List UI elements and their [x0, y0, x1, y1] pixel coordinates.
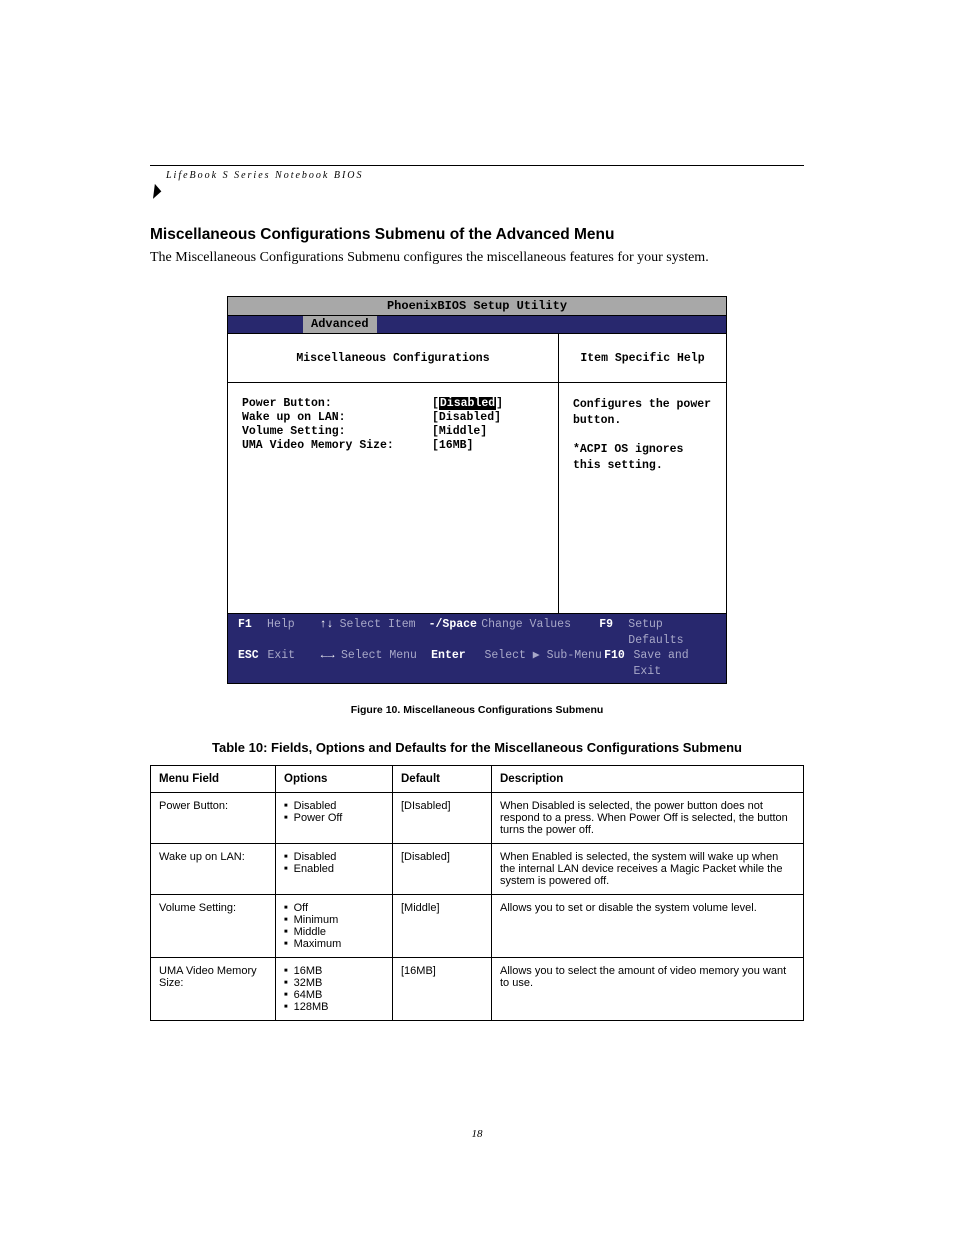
cell-default: [Middle] — [393, 895, 492, 958]
bios-field-label: UMA Video Memory Size: — [242, 439, 432, 453]
option-item: Power Off — [284, 812, 384, 824]
decorative-mark: ▶ — [153, 180, 160, 201]
bios-left-pane: Miscellaneous Configurations Power Butto… — [228, 334, 559, 613]
bios-left-header: Miscellaneous Configurations — [228, 334, 558, 383]
footer-action: Change Values — [481, 617, 599, 648]
cell-default: [16MB] — [393, 958, 492, 1021]
option-item: 32MB — [284, 977, 384, 989]
page: LifeBook S Series Notebook BIOS ▶ Miscel… — [0, 0, 954, 1235]
footer-action: Select ▶ Sub-Menu — [485, 648, 605, 679]
table-row: Power Button:DisabledPower Off[DIsabled]… — [151, 793, 804, 844]
bios-body: Miscellaneous Configurations Power Butto… — [228, 334, 726, 614]
cell-description: When Disabled is selected, the power but… — [492, 793, 804, 844]
bios-field-label: Volume Setting: — [242, 425, 432, 439]
table-row: UMA Video Memory Size:16MB32MB64MB128MB[… — [151, 958, 804, 1021]
cell-menu-field: UMA Video Memory Size: — [151, 958, 276, 1021]
cell-default: [Disabled] — [393, 844, 492, 895]
page-number: 18 — [0, 1128, 954, 1140]
option-item: Disabled — [284, 800, 384, 812]
option-item: 64MB — [284, 989, 384, 1001]
footer-key: -/Space — [429, 617, 482, 648]
cell-default: [DIsabled] — [393, 793, 492, 844]
bios-title: PhoenixBIOS Setup Utility — [228, 297, 726, 316]
footer-key: F1 — [238, 617, 267, 648]
cell-description: Allows you to select the amount of video… — [492, 958, 804, 1021]
section-heading: Miscellaneous Configurations Submenu of … — [150, 226, 804, 244]
bios-footer-row-1: F1 Help ↑↓ Select Item -/Space Change Va… — [238, 617, 716, 648]
bios-menu-bar: Advanced — [228, 316, 726, 334]
footer-action: Save and Exit — [634, 648, 717, 679]
footer-key: ESC — [238, 648, 267, 679]
bios-right-header: Item Specific Help — [559, 334, 726, 383]
option-item: 128MB — [284, 1001, 384, 1013]
top-border — [150, 165, 804, 166]
th-options: Options — [276, 766, 393, 793]
bios-field-row: UMA Video Memory Size:[16MB] — [242, 439, 544, 453]
bios-field-value: [Disabled] — [432, 411, 501, 424]
cell-description: Allows you to set or disable the system … — [492, 895, 804, 958]
figure-caption: Figure 10. Miscellaneous Configurations … — [150, 704, 804, 716]
option-item: Middle — [284, 926, 384, 938]
option-item: Disabled — [284, 851, 384, 863]
th-default: Default — [393, 766, 492, 793]
bios-right-pane: Item Specific Help Configures the power … — [559, 334, 726, 613]
cell-menu-field: Power Button: — [151, 793, 276, 844]
bios-fields-area: Power Button:[Disabled]Wake up on LAN:[D… — [228, 383, 558, 613]
intro-paragraph: The Miscellaneous Configurations Submenu… — [150, 250, 804, 266]
options-table: Menu Field Options Default Description P… — [150, 765, 804, 1021]
cell-description: When Enabled is selected, the system wil… — [492, 844, 804, 895]
cell-options: DisabledEnabled — [276, 844, 393, 895]
footer-action: Select Menu — [341, 648, 431, 679]
footer-action: Help — [267, 617, 320, 648]
bios-screenshot: PhoenixBIOS Setup Utility Advanced Misce… — [227, 296, 727, 684]
option-item: 16MB — [284, 965, 384, 977]
bios-footer: F1 Help ↑↓ Select Item -/Space Change Va… — [228, 614, 726, 683]
footer-action: Setup Defaults — [628, 617, 716, 648]
bios-field-row: Wake up on LAN:[Disabled] — [242, 411, 544, 425]
footer-key: F10 — [604, 648, 633, 679]
help-line-2: *ACPI OS ignores this setting. — [573, 442, 716, 473]
bios-footer-row-2: ESC Exit ←→ Select Menu Enter Select ▶ S… — [238, 648, 716, 679]
option-item: Minimum — [284, 914, 384, 926]
table-header-row: Menu Field Options Default Description — [151, 766, 804, 793]
footer-key: ←→ — [321, 648, 341, 679]
bios-field-value: [16MB] — [432, 439, 473, 452]
bios-field-value: [Disabled] — [432, 397, 503, 410]
help-line-1: Configures the power button. — [573, 397, 716, 428]
th-menu: Menu Field — [151, 766, 276, 793]
cell-options: OffMinimumMiddleMaximum — [276, 895, 393, 958]
bios-field-row: Power Button:[Disabled] — [242, 397, 544, 411]
bios-field-label: Power Button: — [242, 397, 432, 411]
running-header: LifeBook S Series Notebook BIOS — [166, 170, 804, 181]
footer-key: Enter — [431, 648, 484, 679]
option-item: Maximum — [284, 938, 384, 950]
bios-help-text: Configures the power button. *ACPI OS ig… — [559, 383, 726, 487]
bios-field-label: Wake up on LAN: — [242, 411, 432, 425]
footer-key: F9 — [599, 617, 628, 648]
footer-key: ↑↓ — [320, 617, 340, 648]
bios-field-row: Volume Setting:[Middle] — [242, 425, 544, 439]
cell-menu-field: Wake up on LAN: — [151, 844, 276, 895]
table-title: Table 10: Fields, Options and Defaults f… — [150, 740, 804, 755]
cell-options: 16MB32MB64MB128MB — [276, 958, 393, 1021]
footer-action: Exit — [267, 648, 320, 679]
option-item: Enabled — [284, 863, 384, 875]
option-item: Off — [284, 902, 384, 914]
bios-active-tab: Advanced — [303, 316, 377, 332]
cell-options: DisabledPower Off — [276, 793, 393, 844]
th-description: Description — [492, 766, 804, 793]
table-row: Volume Setting:OffMinimumMiddleMaximum[M… — [151, 895, 804, 958]
bios-field-value: [Middle] — [432, 425, 487, 438]
footer-action: Select Item — [340, 617, 429, 648]
table-row: Wake up on LAN:DisabledEnabled[Disabled]… — [151, 844, 804, 895]
cell-menu-field: Volume Setting: — [151, 895, 276, 958]
